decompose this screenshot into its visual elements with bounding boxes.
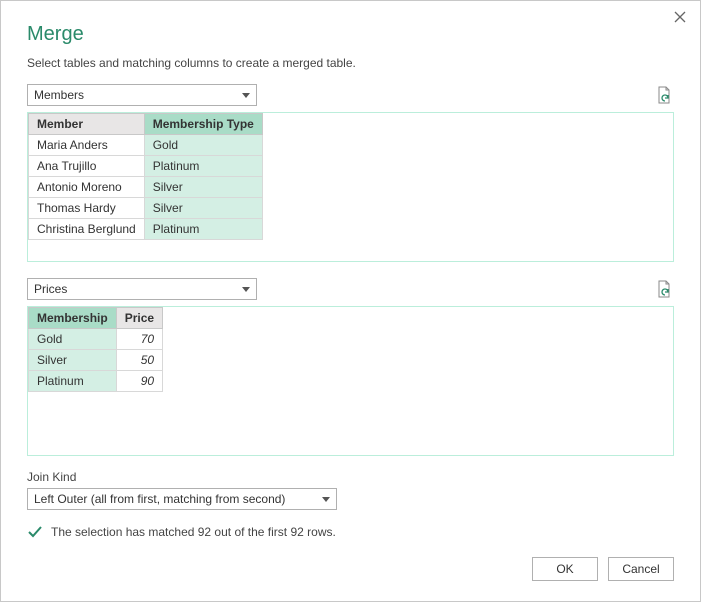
table1-header-row: Members	[27, 84, 674, 106]
table-cell: 90	[116, 371, 162, 392]
dialog-buttons: OK Cancel	[532, 557, 674, 581]
merge-dialog: Merge Select tables and matching columns…	[0, 0, 701, 602]
join-kind-select[interactable]: Left Outer (all from first, matching fro…	[27, 488, 337, 510]
table-cell: 50	[116, 350, 162, 371]
table2-select-value: Prices	[34, 279, 67, 299]
table2-action-icon[interactable]	[656, 280, 672, 300]
table-row[interactable]: Maria AndersGold	[29, 135, 263, 156]
join-kind-value: Left Outer (all from first, matching fro…	[34, 489, 285, 509]
column-header[interactable]: Membership Type	[144, 114, 262, 135]
status-text: The selection has matched 92 out of the …	[51, 525, 336, 539]
table-row[interactable]: Ana TrujilloPlatinum	[29, 156, 263, 177]
table-row[interactable]: Silver50	[29, 350, 163, 371]
column-header[interactable]: Membership	[29, 308, 117, 329]
table1-action-icon[interactable]	[656, 86, 672, 106]
table1-grid[interactable]: MemberMembership TypeMaria AndersGoldAna…	[28, 113, 263, 240]
table2-select[interactable]: Prices	[27, 278, 257, 300]
table-cell: Silver	[144, 177, 262, 198]
table-row[interactable]: Thomas HardySilver	[29, 198, 263, 219]
table-cell: Antonio Moreno	[29, 177, 145, 198]
table-row[interactable]: Gold70	[29, 329, 163, 350]
close-button[interactable]	[670, 7, 690, 27]
table2-preview: MembershipPriceGold70Silver50Platinum90	[27, 306, 674, 456]
table-cell: Ana Trujillo	[29, 156, 145, 177]
table-row[interactable]: Christina BerglundPlatinum	[29, 219, 263, 240]
table-cell: Gold	[29, 329, 117, 350]
table-row[interactable]: Platinum90	[29, 371, 163, 392]
table-cell: Thomas Hardy	[29, 198, 145, 219]
table2-header-row: Prices	[27, 278, 674, 300]
table-cell: 70	[116, 329, 162, 350]
dialog-title: Merge	[27, 23, 674, 46]
table1-select[interactable]: Members	[27, 84, 257, 106]
table-cell: Platinum	[144, 156, 262, 177]
chevron-down-icon	[242, 93, 250, 98]
chevron-down-icon	[322, 497, 330, 502]
table-cell: Silver	[144, 198, 262, 219]
table-cell: Maria Anders	[29, 135, 145, 156]
table-cell: Gold	[144, 135, 262, 156]
table-cell: Christina Berglund	[29, 219, 145, 240]
status-row: The selection has matched 92 out of the …	[27, 524, 674, 540]
table-cell: Silver	[29, 350, 117, 371]
close-icon	[674, 11, 686, 23]
check-icon	[27, 524, 43, 540]
document-refresh-icon	[656, 86, 672, 106]
dialog-subtitle: Select tables and matching columns to cr…	[27, 56, 674, 70]
table2-grid[interactable]: MembershipPriceGold70Silver50Platinum90	[28, 307, 163, 392]
column-header[interactable]: Member	[29, 114, 145, 135]
join-kind-label: Join Kind	[27, 470, 674, 484]
chevron-down-icon	[242, 287, 250, 292]
table-cell: Platinum	[29, 371, 117, 392]
table-cell: Platinum	[144, 219, 262, 240]
table1-select-value: Members	[34, 85, 84, 105]
table-row[interactable]: Antonio MorenoSilver	[29, 177, 263, 198]
ok-button[interactable]: OK	[532, 557, 598, 581]
table1-preview: MemberMembership TypeMaria AndersGoldAna…	[27, 112, 674, 262]
cancel-button[interactable]: Cancel	[608, 557, 674, 581]
column-header[interactable]: Price	[116, 308, 162, 329]
document-refresh-icon	[656, 280, 672, 300]
